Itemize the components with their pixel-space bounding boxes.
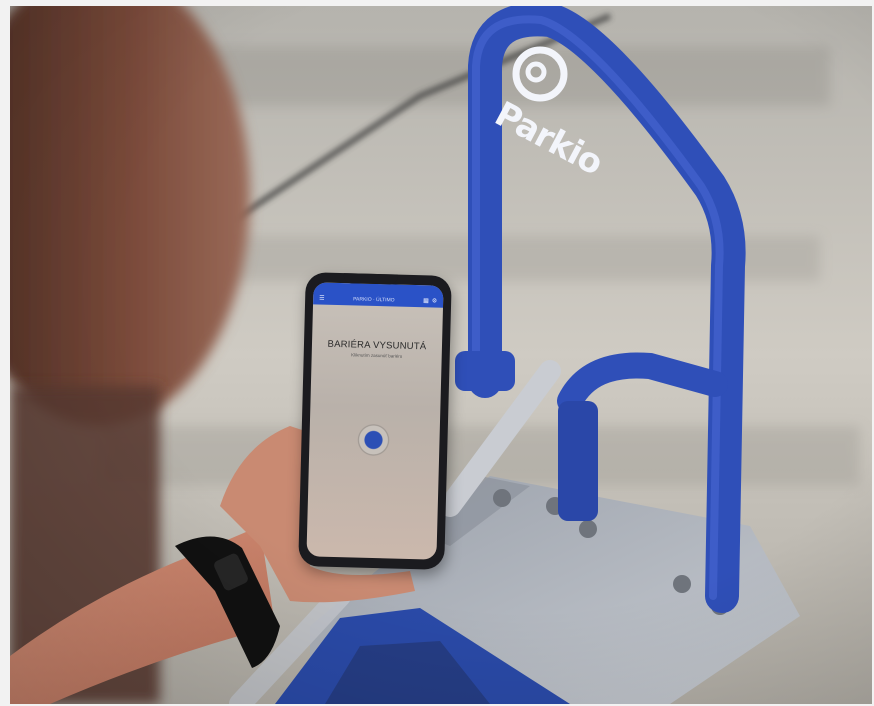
barrier-status-subtitle: Kliknutím zasunúť bariéru — [351, 352, 403, 359]
barrier-status-title: BARIÉRA VYSUNUTÁ — [327, 338, 427, 353]
phone-notch — [343, 273, 398, 285]
barrier-toggle-button[interactable] — [357, 423, 390, 457]
photo-scene: Parkio ☰ PARKIO · ÚLTIMO ▦ ⚙ BARIÉRA VYS… — [10, 6, 872, 704]
app-bar-title: PARKIO · ÚLTIMO — [353, 296, 395, 304]
barrier-hinge — [455, 351, 515, 391]
phone-screen: ☰ PARKIO · ÚLTIMO ▦ ⚙ BARIÉRA VYSUNUTÁ K… — [306, 282, 444, 560]
app-bar: ☰ PARKIO · ÚLTIMO ▦ ⚙ — [313, 282, 444, 308]
barrier-post — [558, 401, 598, 521]
grid-icon[interactable]: ▦ — [423, 297, 429, 304]
menu-icon[interactable]: ☰ — [319, 294, 325, 301]
settings-icon[interactable]: ⚙ — [432, 297, 438, 304]
smartphone: ☰ PARKIO · ÚLTIMO ▦ ⚙ BARIÉRA VYSUNUTÁ K… — [298, 272, 452, 570]
